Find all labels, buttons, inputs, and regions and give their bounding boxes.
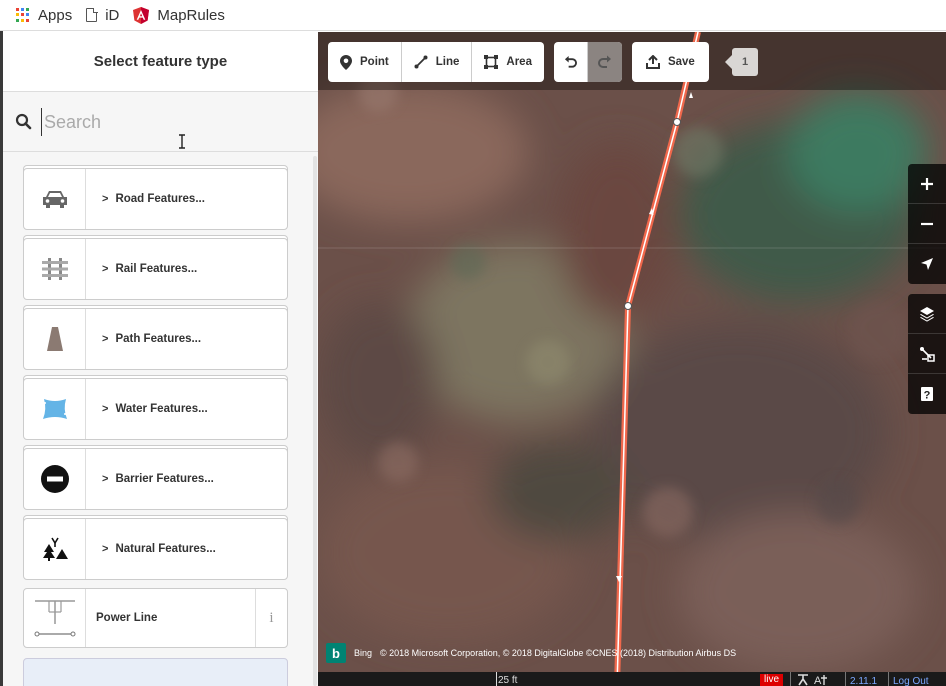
sidebar-title: Select feature type — [3, 32, 318, 92]
upload-icon — [645, 55, 660, 69]
add-mode-group: Point Line Area — [328, 42, 544, 82]
angular-icon — [133, 6, 150, 24]
preset-label: Road Features... — [115, 193, 205, 205]
map-data-icon — [920, 346, 935, 362]
bookmark-apps[interactable]: Apps — [16, 7, 72, 24]
live-badge: live — [760, 674, 784, 686]
scale-label: 25 ft — [498, 675, 518, 686]
preset-label: Water Features... — [115, 403, 208, 415]
aerial-imagery — [318, 32, 946, 686]
barrier-icon — [40, 465, 69, 493]
map-data-button[interactable] — [908, 334, 946, 374]
map-footer: 25 ft live A 2.11.1 Log Out — [318, 672, 946, 686]
point-icon — [340, 54, 352, 70]
preset-label: Power Line — [96, 612, 158, 624]
redo-button[interactable] — [587, 42, 622, 82]
preset-label: Rail Features... — [115, 263, 198, 275]
preset-next-item[interactable] — [23, 658, 288, 686]
chevron-right-icon: > — [102, 543, 109, 555]
search-row — [3, 92, 318, 152]
location-arrow-icon — [921, 258, 933, 270]
add-point-label: Point — [360, 56, 389, 68]
sidebar: Select feature type > Road Features... — [3, 32, 318, 686]
power-line-icon — [34, 600, 75, 637]
search-icon — [15, 113, 32, 130]
chevron-right-icon: > — [102, 193, 109, 205]
bookmark-maprules[interactable]: MapRules — [133, 6, 225, 24]
plus-icon — [921, 177, 933, 190]
map-canvas[interactable]: Point Line Area Save 1 ? b Bing © 2018 M… — [318, 32, 946, 686]
chevron-right-icon: > — [102, 403, 109, 415]
text-cursor-icon — [179, 134, 185, 149]
water-icon — [42, 399, 67, 419]
save-button[interactable]: Save — [632, 42, 709, 82]
preset-water-features[interactable]: > Water Features... — [23, 378, 288, 440]
bing-logo-icon: b — [326, 643, 346, 663]
undo-button[interactable] — [554, 42, 588, 82]
svg-text:A: A — [814, 675, 822, 686]
line-icon — [414, 55, 428, 69]
preset-label: Path Features... — [115, 333, 202, 345]
path-icon — [46, 327, 63, 351]
bookmark-id-label: iD — [105, 6, 120, 24]
preset-label: Barrier Features... — [115, 473, 214, 485]
help-button[interactable]: ? — [908, 374, 946, 414]
layers-icon — [920, 306, 934, 322]
add-point-button[interactable]: Point — [328, 42, 402, 82]
logout-link[interactable]: Log Out — [893, 676, 929, 686]
apps-grid-icon — [16, 8, 30, 22]
area-icon — [484, 55, 499, 69]
sidebar-scrollbar[interactable] — [313, 156, 317, 686]
chevron-right-icon: > — [102, 263, 109, 275]
background-button[interactable] — [908, 294, 946, 334]
chevron-right-icon: > — [102, 333, 109, 345]
preset-path-features[interactable]: > Path Features... — [23, 308, 288, 370]
scale-bar — [496, 672, 497, 686]
geolocate-button[interactable] — [908, 244, 946, 284]
info-button[interactable]: i — [255, 589, 287, 647]
undo-icon — [564, 55, 577, 68]
attribution-provider: Bing — [354, 648, 373, 658]
natural-icon — [42, 537, 68, 561]
svg-text:?: ? — [924, 390, 931, 402]
edit-count-badge: 1 — [725, 48, 758, 76]
help-icon: ? — [921, 387, 933, 402]
bookmark-maprules-label: MapRules — [157, 6, 225, 24]
imagery-attribution: b Bing © 2018 Microsoft Corporation, © 2… — [326, 643, 736, 663]
top-toolbar: Point Line Area Save — [328, 42, 709, 82]
undo-redo-group — [553, 42, 622, 82]
bookmarks-bar: Apps iD MapRules — [0, 0, 946, 31]
preset-barrier-features[interactable]: > Barrier Features... — [23, 448, 288, 510]
panel-controls: ? — [908, 294, 946, 414]
search-input[interactable] — [41, 108, 291, 136]
rail-icon — [41, 258, 68, 280]
attribution-text[interactable]: © 2018 Microsoft Corporation, © 2018 Dig… — [380, 648, 736, 658]
minus-icon — [921, 222, 933, 225]
preset-power-line[interactable]: Power Line i — [23, 588, 288, 648]
save-group: Save — [631, 42, 709, 82]
bookmark-id[interactable]: iD — [86, 7, 119, 24]
page-icon — [86, 7, 98, 22]
preset-rail-features[interactable]: > Rail Features... — [23, 238, 288, 300]
bookmark-apps-label: Apps — [38, 6, 73, 24]
preset-label: Natural Features... — [115, 543, 216, 555]
save-label: Save — [667, 56, 695, 68]
zoom-controls — [908, 164, 946, 284]
preset-road-features[interactable]: > Road Features... — [23, 168, 288, 230]
redo-icon — [597, 55, 611, 68]
add-line-label: Line — [435, 56, 460, 68]
zoom-out-button[interactable] — [908, 204, 946, 244]
car-icon — [42, 191, 67, 208]
add-area-button[interactable]: Area — [472, 42, 544, 82]
accessibility-icon[interactable]: A — [796, 673, 836, 686]
add-line-button[interactable]: Line — [402, 42, 473, 82]
add-area-label: Area — [506, 56, 532, 68]
chevron-right-icon: > — [102, 473, 109, 485]
zoom-in-button[interactable] — [908, 164, 946, 204]
version-link[interactable]: 2.11.1 — [850, 676, 877, 686]
preset-natural-features[interactable]: > Natural Features... — [23, 518, 288, 580]
